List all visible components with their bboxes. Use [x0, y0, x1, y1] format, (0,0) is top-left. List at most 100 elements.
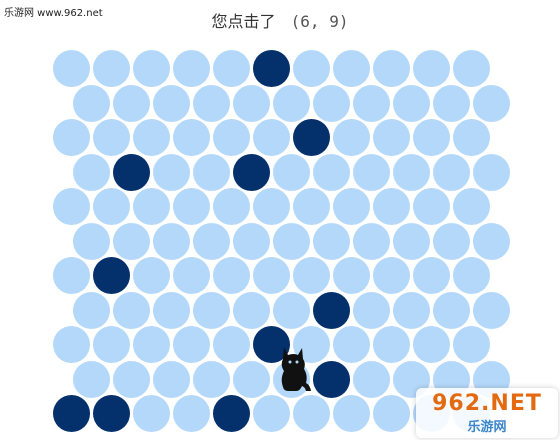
- blocked-cell[interactable]: [253, 50, 290, 87]
- board-cell[interactable]: [273, 153, 310, 191]
- board-cell[interactable]: [373, 119, 410, 156]
- board-cell[interactable]: [433, 153, 470, 191]
- board-cell[interactable]: [133, 50, 170, 87]
- board-cell[interactable]: [373, 395, 410, 432]
- board-cell[interactable]: [413, 257, 450, 294]
- board-cell[interactable]: [133, 257, 170, 294]
- board-cell[interactable]: [93, 50, 130, 87]
- board-cell[interactable]: [133, 395, 170, 432]
- board-cell[interactable]: [393, 291, 430, 329]
- board-cell[interactable]: [153, 291, 190, 329]
- board-cell[interactable]: [353, 153, 390, 191]
- board-cell[interactable]: [413, 188, 450, 225]
- board-cell[interactable]: [73, 360, 110, 398]
- board-cell[interactable]: [193, 84, 230, 122]
- board-cell[interactable]: [173, 395, 210, 432]
- board-cell[interactable]: [93, 326, 130, 363]
- board-cell[interactable]: [473, 222, 510, 260]
- board-cell[interactable]: [153, 153, 190, 191]
- board-cell[interactable]: [193, 222, 230, 260]
- blocked-cell[interactable]: [213, 395, 250, 432]
- board-cell[interactable]: [253, 395, 290, 432]
- board-cell[interactable]: [53, 257, 90, 294]
- board-cell[interactable]: [333, 50, 370, 87]
- blocked-cell[interactable]: [93, 257, 130, 294]
- board-cell[interactable]: [453, 50, 490, 87]
- board-cell[interactable]: [393, 222, 430, 260]
- board-cell[interactable]: [313, 222, 350, 260]
- board-cell[interactable]: [453, 188, 490, 225]
- board-cell[interactable]: [93, 188, 130, 225]
- board-cell[interactable]: [473, 84, 510, 122]
- board-cell[interactable]: [173, 119, 210, 156]
- board-cell[interactable]: [113, 84, 150, 122]
- board-cell[interactable]: [113, 360, 150, 398]
- board-cell[interactable]: [333, 119, 370, 156]
- board-cell[interactable]: [153, 84, 190, 122]
- board-cell[interactable]: [173, 257, 210, 294]
- board-cell[interactable]: [53, 50, 90, 87]
- board-cell[interactable]: [333, 395, 370, 432]
- board-cell[interactable]: [373, 50, 410, 87]
- board-cell[interactable]: [273, 291, 310, 329]
- board-cell[interactable]: [293, 188, 330, 225]
- board-cell[interactable]: [313, 153, 350, 191]
- blocked-cell[interactable]: [293, 119, 330, 156]
- board-cell[interactable]: [453, 326, 490, 363]
- board-cell[interactable]: [113, 222, 150, 260]
- board-cell[interactable]: [153, 360, 190, 398]
- board-cell[interactable]: [73, 84, 110, 122]
- board-cell[interactable]: [213, 188, 250, 225]
- blocked-cell[interactable]: [93, 395, 130, 432]
- board-cell[interactable]: [433, 84, 470, 122]
- board-cell[interactable]: [53, 188, 90, 225]
- blocked-cell[interactable]: [233, 153, 270, 191]
- board-cell[interactable]: [313, 84, 350, 122]
- board-cell[interactable]: [73, 222, 110, 260]
- board-cell[interactable]: [373, 188, 410, 225]
- board-cell[interactable]: [413, 119, 450, 156]
- board-cell[interactable]: [333, 257, 370, 294]
- board-cell[interactable]: [113, 291, 150, 329]
- blocked-cell[interactable]: [313, 360, 350, 398]
- board-cell[interactable]: [433, 291, 470, 329]
- board-cell[interactable]: [133, 188, 170, 225]
- board-cell[interactable]: [173, 50, 210, 87]
- board-cell[interactable]: [133, 119, 170, 156]
- board-cell[interactable]: [253, 119, 290, 156]
- board-cell[interactable]: [193, 360, 230, 398]
- board-cell[interactable]: [353, 222, 390, 260]
- board-cell[interactable]: [293, 50, 330, 87]
- board-cell[interactable]: [353, 291, 390, 329]
- board-cell[interactable]: [453, 119, 490, 156]
- board-cell[interactable]: [433, 222, 470, 260]
- board-cell[interactable]: [413, 326, 450, 363]
- board-cell[interactable]: [213, 119, 250, 156]
- board-cell[interactable]: [453, 257, 490, 294]
- board-cell[interactable]: [293, 395, 330, 432]
- board-cell[interactable]: [173, 188, 210, 225]
- blocked-cell[interactable]: [53, 395, 90, 432]
- board-cell[interactable]: [253, 188, 290, 225]
- board-cell[interactable]: [393, 84, 430, 122]
- board-cell[interactable]: [233, 84, 270, 122]
- board-cell[interactable]: [353, 84, 390, 122]
- board-cell[interactable]: [273, 222, 310, 260]
- board-cell[interactable]: [373, 257, 410, 294]
- board-cell[interactable]: [193, 291, 230, 329]
- board-cell[interactable]: [133, 326, 170, 363]
- board-cell[interactable]: [233, 291, 270, 329]
- blocked-cell[interactable]: [313, 291, 350, 329]
- board-cell[interactable]: [293, 257, 330, 294]
- board-cell[interactable]: [353, 360, 390, 398]
- board-cell[interactable]: [233, 360, 270, 398]
- board-cell[interactable]: [333, 188, 370, 225]
- board-cell[interactable]: [393, 153, 430, 191]
- board-cell[interactable]: [93, 119, 130, 156]
- board-cell[interactable]: [153, 222, 190, 260]
- board-cell[interactable]: [53, 119, 90, 156]
- board-cell[interactable]: [413, 50, 450, 87]
- board-cell[interactable]: [213, 257, 250, 294]
- board-cell[interactable]: [213, 50, 250, 87]
- board-cell[interactable]: [473, 291, 510, 329]
